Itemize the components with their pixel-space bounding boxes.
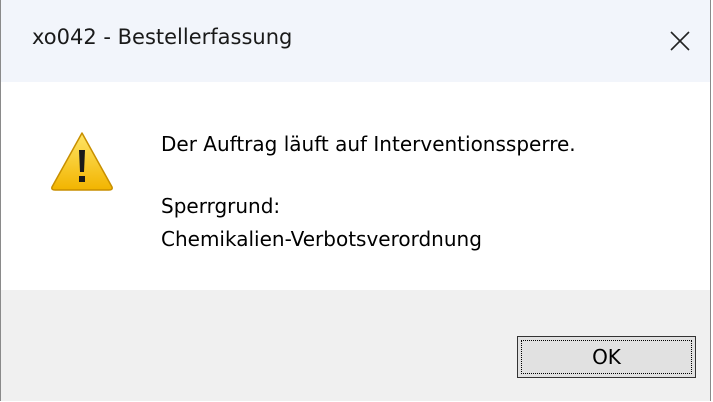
- message-text-main: Der Auftrag läuft auf Interventionssperr…: [161, 132, 576, 156]
- window-title: xo042 - Bestellerfassung: [32, 25, 293, 49]
- message-dialog: xo042 - Bestellerfassung Der Auftrag läu…: [0, 0, 711, 401]
- button-bar: OK: [1, 290, 710, 401]
- ok-button[interactable]: OK: [517, 336, 696, 378]
- message-label-reason: Sperrgrund:: [161, 194, 281, 218]
- title-bar: xo042 - Bestellerfassung: [1, 0, 710, 82]
- close-icon: [670, 31, 690, 51]
- ok-button-label: OK: [592, 345, 621, 369]
- close-button[interactable]: [650, 0, 710, 82]
- warning-icon: [51, 132, 113, 191]
- message-area: Der Auftrag läuft auf Interventionssperr…: [1, 82, 710, 290]
- message-reason-value: Chemikalien-Verbotsverordnung: [161, 227, 482, 251]
